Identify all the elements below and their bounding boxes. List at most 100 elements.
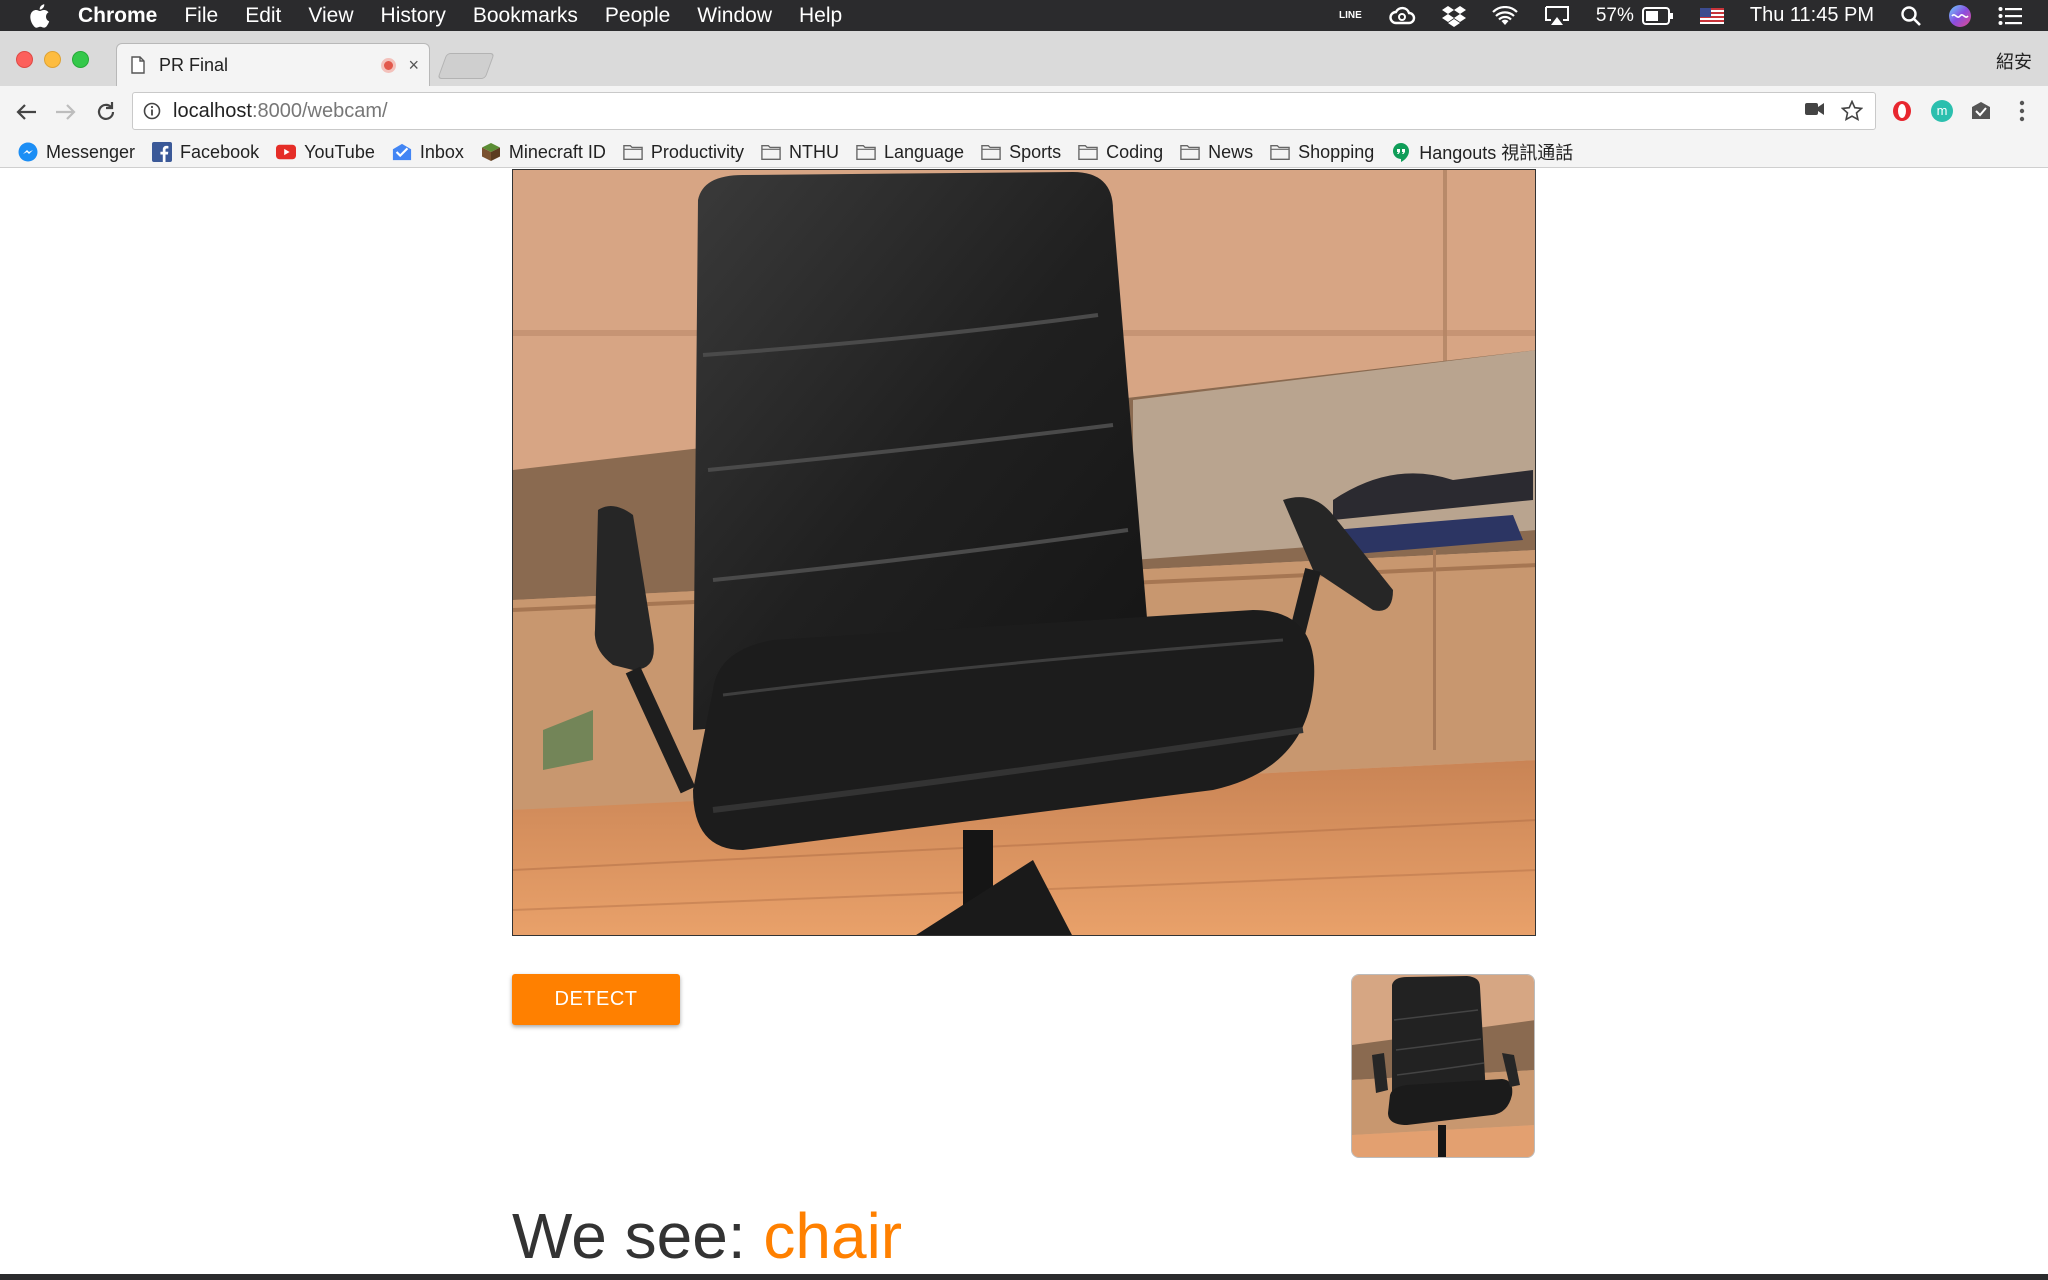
back-arrow-icon[interactable] — [12, 98, 40, 126]
folder-icon — [1180, 142, 1200, 162]
tab-pr-final[interactable]: PR Final × — [116, 43, 430, 86]
line-icon[interactable]: LINE — [1339, 10, 1362, 21]
browser-toolbar: localhost:8000/webcam/ m — [0, 86, 2048, 137]
folder-icon — [981, 142, 1001, 162]
folder-icon — [1078, 142, 1098, 162]
messenger-icon — [18, 142, 38, 162]
result-prefix: We see: — [512, 1200, 764, 1272]
creative-cloud-icon[interactable] — [1388, 5, 1416, 27]
url-text[interactable]: localhost:8000/webcam/ — [173, 100, 388, 123]
menu-file[interactable]: File — [184, 4, 218, 28]
bookmark-label: Sports — [1009, 141, 1062, 162]
reload-icon[interactable] — [92, 98, 120, 126]
thumbnail-chair-image — [1352, 975, 1534, 1157]
window-minimize-button[interactable] — [44, 51, 61, 68]
webpage-content: DETECT We see: chair — [0, 169, 2048, 1274]
opera-extension-icon[interactable] — [1889, 98, 1915, 124]
window-bottom-edge — [0, 1274, 2048, 1280]
bookmark-folder-nthu[interactable]: NTHU — [761, 142, 839, 163]
bookmark-youtube[interactable]: YouTube — [276, 142, 375, 163]
bookmark-label: Messenger — [46, 141, 136, 162]
bookmark-label: YouTube — [304, 141, 375, 162]
bookmark-folder-sports[interactable]: Sports — [981, 142, 1061, 163]
bookmark-label: Shopping — [1298, 141, 1375, 162]
minecraft-icon — [481, 142, 501, 162]
captured-frame-thumbnail — [1351, 974, 1535, 1158]
bookmark-label: Minecraft ID — [508, 141, 606, 162]
folder-icon — [856, 142, 876, 162]
battery-icon[interactable] — [1641, 6, 1674, 25]
apple-icon[interactable] — [28, 3, 52, 29]
bookmark-star-icon[interactable] — [1840, 99, 1864, 127]
browser-tab-strip: PR Final × 紹安 — [0, 31, 2048, 86]
menu-window[interactable]: Window — [697, 4, 772, 28]
menu-help[interactable]: Help — [799, 4, 842, 28]
mail-check-extension-icon[interactable] — [1968, 98, 1994, 124]
bookmark-folder-shopping[interactable]: Shopping — [1270, 142, 1374, 163]
url-host: localhost — [173, 99, 252, 122]
url-path: :8000/webcam/ — [251, 99, 388, 122]
dropbox-icon[interactable] — [1441, 5, 1466, 27]
menu-edit[interactable]: Edit — [245, 4, 281, 28]
extension-m-icon[interactable]: m — [1929, 98, 1955, 124]
new-tab-button[interactable] — [437, 53, 495, 79]
site-info-icon[interactable] — [143, 102, 161, 120]
bookmark-label: Language — [883, 141, 965, 162]
detection-result: We see: chair — [512, 1199, 902, 1273]
bookmark-folder-news[interactable]: News — [1180, 142, 1253, 163]
menu-chrome[interactable]: Chrome — [78, 4, 157, 28]
youtube-icon — [276, 142, 297, 162]
tab-close-icon[interactable]: × — [408, 55, 419, 76]
window-close-button[interactable] — [16, 51, 33, 68]
bookmark-minecraft-id[interactable]: Minecraft ID — [481, 142, 606, 163]
airplay-icon[interactable] — [1544, 5, 1570, 27]
siri-icon[interactable] — [1948, 4, 1972, 28]
hangouts-icon — [1391, 142, 1411, 162]
result-label: chair — [763, 1200, 903, 1272]
bookmark-folder-coding[interactable]: Coding — [1078, 142, 1163, 163]
window-maximize-button[interactable] — [72, 51, 89, 68]
inbox-icon — [392, 142, 412, 162]
menu-people[interactable]: People — [605, 4, 670, 28]
facebook-icon — [152, 142, 173, 162]
bookmark-messenger[interactable]: Messenger — [18, 142, 135, 163]
webcam-chair-image — [513, 170, 1535, 935]
bookmark-label: Inbox — [419, 141, 464, 162]
wifi-icon[interactable] — [1492, 5, 1518, 26]
forward-arrow-icon[interactable] — [52, 98, 80, 126]
bookmark-label: News — [1208, 141, 1254, 162]
bookmarks-bar: Messenger Facebook YouTube Inbox Minecra… — [0, 137, 2048, 168]
tab-title: PR Final — [159, 54, 229, 75]
bookmark-label: Facebook — [180, 141, 260, 162]
bookmark-label: NTHU — [788, 141, 839, 162]
folder-icon — [1270, 142, 1290, 162]
detect-button[interactable]: DETECT — [512, 974, 680, 1025]
profile-button[interactable]: 紹安 — [1996, 48, 2032, 74]
menubar-clock[interactable]: Thu 11:45 PM — [1750, 4, 1874, 27]
webcam-video-feed — [512, 169, 1536, 936]
bookmark-label: Hangouts 視訊通話 — [1419, 143, 1574, 163]
us-flag-icon[interactable] — [1699, 7, 1724, 24]
folder-icon — [623, 142, 643, 162]
folder-icon — [761, 142, 781, 162]
bookmark-hangouts[interactable]: Hangouts 視訊通話 — [1391, 139, 1573, 165]
address-bar[interactable]: localhost:8000/webcam/ — [132, 92, 1876, 130]
bookmark-label: Coding — [1106, 141, 1164, 162]
bookmark-folder-productivity[interactable]: Productivity — [623, 142, 744, 163]
page-icon — [131, 56, 145, 74]
macos-menu-bar: Chrome File Edit View History Bookmarks … — [0, 0, 2048, 31]
recording-indicator-icon — [381, 57, 397, 73]
menu-history[interactable]: History — [381, 4, 446, 28]
notification-center-icon[interactable] — [1998, 6, 2022, 26]
menu-bookmarks[interactable]: Bookmarks — [473, 4, 578, 28]
chrome-menu-icon[interactable] — [2009, 98, 2035, 124]
spotlight-search-icon[interactable] — [1900, 5, 1922, 27]
bookmark-facebook[interactable]: Facebook — [152, 142, 259, 163]
bookmark-inbox[interactable]: Inbox — [392, 142, 464, 163]
camera-in-use-icon[interactable] — [1805, 102, 1825, 121]
menu-view[interactable]: View — [308, 4, 353, 28]
svg-text:m: m — [1937, 103, 1948, 118]
battery-percent: 57% — [1595, 4, 1634, 26]
bookmark-folder-language[interactable]: Language — [856, 142, 964, 163]
bookmark-label: Productivity — [650, 141, 744, 162]
